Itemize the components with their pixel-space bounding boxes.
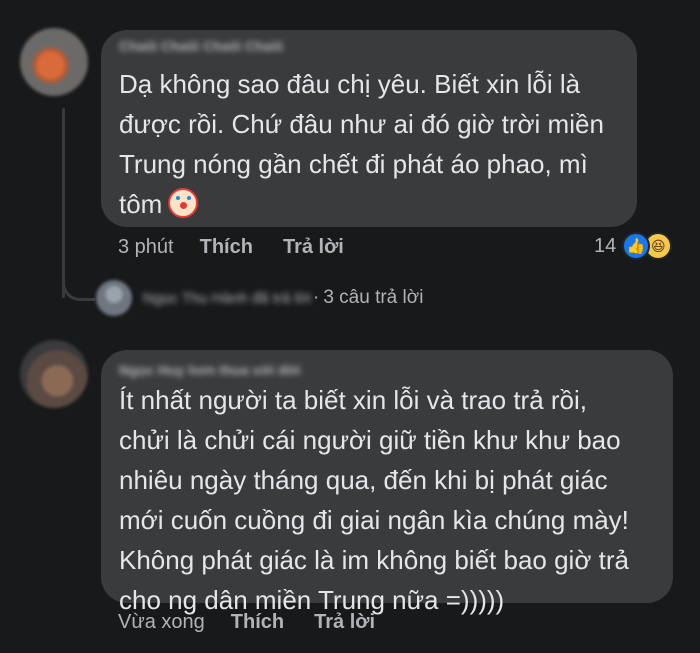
reply-button[interactable]: Trả lời xyxy=(314,611,375,634)
reaction-summary[interactable]: 14 👍 😆 xyxy=(594,232,673,260)
comment-actions: 3 phút Thích Trả lời xyxy=(118,236,374,259)
comment-text: Dạ không sao đâu chị yêu. Biết xin lỗi l… xyxy=(119,64,629,224)
comment-author-name[interactable]: Chaiii Chaiii Chaiii Chaiii xyxy=(119,38,283,54)
thread-connector-curve xyxy=(62,270,95,301)
replies-separator: · xyxy=(312,287,320,308)
comment-timestamp[interactable]: 3 phút xyxy=(118,236,174,259)
like-button[interactable]: Thích xyxy=(200,236,253,259)
comment-bubble: Chaiii Chaiii Chaiii Chaiii Dạ không sao… xyxy=(101,30,637,227)
comment-actions: Vừa xong Thích Trả lời xyxy=(118,611,405,634)
replies-count: 3 câu trả lời xyxy=(323,287,424,308)
like-reaction-icon: 👍 xyxy=(622,232,651,260)
reply-avatar xyxy=(96,280,132,316)
avatar[interactable] xyxy=(20,28,88,96)
reaction-count: 14 xyxy=(594,234,617,257)
like-button[interactable]: Thích xyxy=(231,611,284,634)
comment-author-name[interactable]: Ngọc Huy hơn thua với đời xyxy=(119,362,301,378)
avatar[interactable] xyxy=(20,340,88,408)
comment-timestamp[interactable]: Vừa xong xyxy=(118,611,205,634)
view-replies-link[interactable]: Ngọc Thu Hành đã trả lời · 3 câu trả lời xyxy=(143,287,423,309)
reply-author-name: Ngọc Thu Hành đã trả lời xyxy=(143,289,311,307)
comment-text: Ít nhất người ta biết xin lỗi và trao tr… xyxy=(119,385,629,615)
reply-button[interactable]: Trả lời xyxy=(283,236,344,259)
clown-face-icon xyxy=(168,188,199,218)
comment-bubble: Ngọc Huy hơn thua với đời Ít nhất người … xyxy=(101,350,673,615)
